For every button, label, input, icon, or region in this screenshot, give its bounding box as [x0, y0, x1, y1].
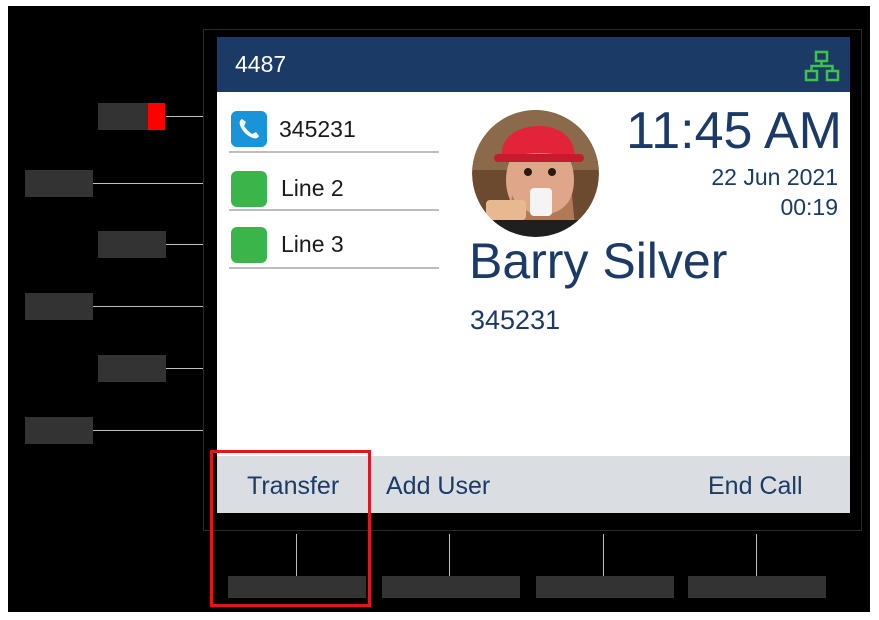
softkey-add-user[interactable]: Add User [386, 472, 490, 501]
line-label: Line 2 [281, 175, 344, 201]
line-key-1-connector [166, 116, 203, 117]
line-key-2-button[interactable] [25, 170, 93, 197]
line-key-3-connector [166, 244, 203, 245]
call-duration: 00:19 [780, 194, 838, 220]
softkey-2-button[interactable] [382, 576, 520, 598]
call-date: 22 Jun 2021 [711, 164, 838, 190]
softkey-end-call[interactable]: End Call [708, 472, 803, 501]
caller-number: 345231 [470, 305, 561, 335]
caller-name: Barry Silver [469, 233, 728, 289]
call-clock: 11:45 AM [626, 102, 842, 160]
line-key-4-button[interactable] [25, 293, 93, 320]
line-divider [229, 151, 439, 153]
softkey-connector [756, 534, 757, 576]
line-key-1-led [148, 103, 165, 130]
softkey-4-button[interactable] [688, 576, 826, 598]
line-item-line-2[interactable]: Line 2 [229, 157, 439, 211]
line-key-3-button[interactable] [98, 231, 166, 258]
extension-number: 4487 [235, 51, 287, 77]
line-label: Line 3 [281, 231, 344, 257]
line-label: 345231 [279, 116, 356, 142]
status-bar: 4487 [217, 37, 850, 92]
line-key-6-connector [93, 430, 203, 431]
line-divider [229, 267, 439, 269]
line-status-indicator [231, 171, 267, 207]
line-status-indicator [231, 227, 267, 263]
line-item-call[interactable]: 345231 [229, 99, 439, 153]
softkey-3-button[interactable] [536, 576, 674, 598]
line-key-6-button[interactable] [25, 417, 93, 444]
line-divider [229, 209, 439, 211]
network-icon [804, 50, 840, 82]
line-key-2-connector [93, 183, 203, 184]
phone-icon [231, 111, 267, 147]
line-key-5-connector [166, 368, 203, 369]
transfer-highlight-box [210, 450, 371, 607]
phone-screen: 4487 345231 Line 2 Line 3 11:45 AM 22 Ju… [217, 37, 850, 513]
softkey-connector [603, 534, 604, 576]
line-key-5-button[interactable] [98, 355, 166, 382]
caller-avatar [472, 110, 599, 237]
line-key-4-connector [93, 306, 203, 307]
line-key-1-button[interactable] [98, 103, 150, 130]
line-item-line-3[interactable]: Line 3 [229, 215, 439, 269]
softkey-connector [449, 534, 450, 576]
